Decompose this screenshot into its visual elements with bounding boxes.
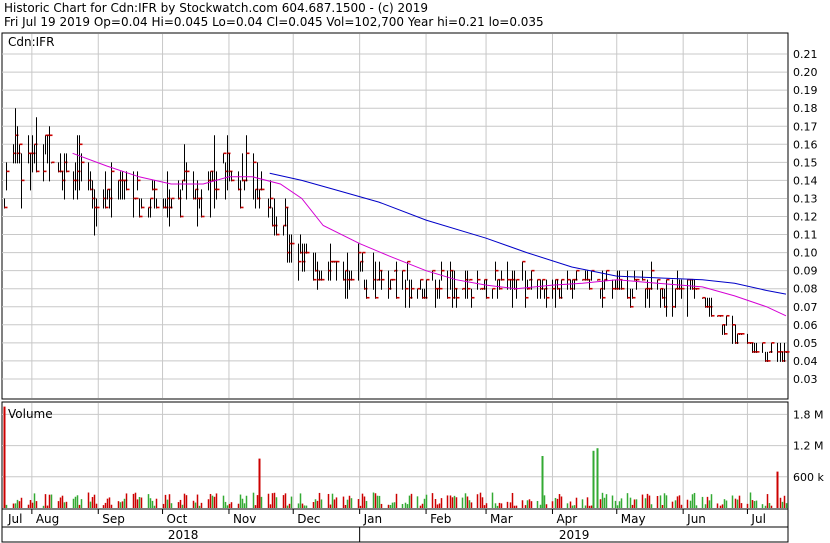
price-tick-label: 0.18 [793,102,818,115]
price-tick-label: 0.11 [793,229,818,242]
month-label: Sep [102,512,125,526]
price-tick-label: 0.19 [793,84,818,97]
month-label: Mar [490,512,513,526]
volume-tick-label: 1.8 M [793,408,823,421]
price-tick-label: 0.07 [793,301,818,314]
month-label: May [621,512,646,526]
volume-label: Volume [8,407,53,421]
chart-window: Historic Chart for Cdn:IFR by Stockwatch… [0,0,830,543]
price-tick-label: 0.03 [793,373,818,386]
year-label: 2019 [559,528,590,542]
year-axis [1,526,789,543]
price-tick-label: 0.21 [793,48,818,61]
month-label: Jul [7,512,22,526]
month-label: Jul [750,512,765,526]
symbol-label: Cdn:IFR [8,35,54,49]
month-label: Jun [686,512,706,526]
month-label: Aug [36,512,59,526]
price-tick-label: 0.12 [793,211,818,224]
price-tick-label: 0.16 [793,138,818,151]
volume-panel [1,401,789,510]
month-label: Jan [363,512,383,526]
price-tick-label: 0.14 [793,174,818,187]
month-label: Oct [167,512,188,526]
price-tick-label: 0.05 [793,337,818,350]
price-tick-label: 0.17 [793,120,818,133]
month-label: Feb [430,512,451,526]
price-tick-label: 0.09 [793,265,818,278]
month-label: Dec [297,512,320,526]
year-label: 2018 [168,528,199,542]
month-label: Apr [556,512,577,526]
price-tick-label: 0.15 [793,156,818,169]
stock-chart: 0.21 0.20 0.19 0.18 0.17 0.16 0.15 0.14 0.13 0.12… [1,32,824,543]
month-label: Nov [233,512,256,526]
volume-tick-label: 600 k [793,471,824,484]
price-tick-label: 0.20 [793,66,818,79]
volume-tick-label: 1.2 M [793,440,823,453]
price-tick-label: 0.10 [793,247,818,260]
price-tick-label: 0.13 [793,192,818,205]
price-tick-label: 0.04 [793,355,818,368]
price-tick-label: 0.08 [793,283,818,296]
price-tick-label: 0.06 [793,319,818,332]
